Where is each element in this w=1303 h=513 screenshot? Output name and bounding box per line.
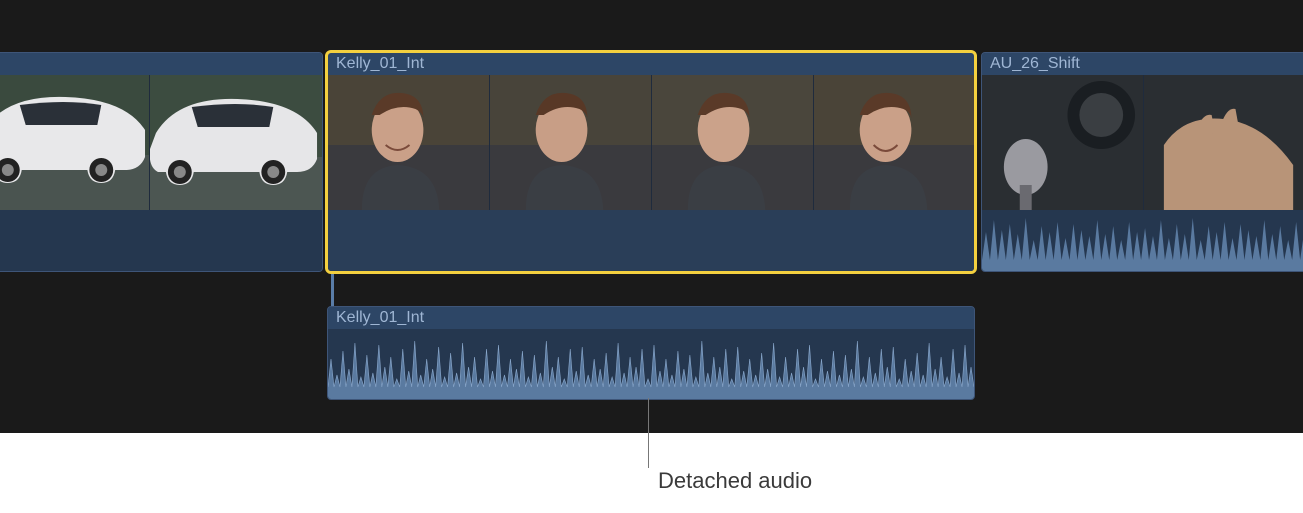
clip-inline-audio (328, 210, 974, 272)
thumbnail-car-icon (0, 75, 149, 210)
clip-inline-audio (0, 210, 322, 272)
clip-inline-audio (982, 210, 1303, 272)
detached-audio-clip[interactable]: Kelly_01_Int (327, 306, 975, 400)
clip-thumbnails (982, 75, 1303, 210)
thumbnail-hand-icon (1144, 75, 1303, 210)
video-clip-selected[interactable]: Kelly_01_Int (327, 52, 975, 272)
clip-thumbnails (0, 75, 322, 210)
waveform-icon (328, 329, 974, 400)
thumbnail-person-icon (814, 75, 974, 210)
waveform-icon (982, 210, 1303, 272)
clip-label: Kelly_01_Int (328, 53, 974, 75)
clip-connector (331, 272, 334, 306)
clip-label (0, 53, 322, 75)
thumbnail-person-icon (652, 75, 813, 210)
clip-label: AU_26_Shift (982, 53, 1303, 75)
callout-leader-line (648, 398, 649, 468)
thumbnail-gearshift-icon (982, 75, 1143, 210)
thumbnail-person-icon (328, 75, 489, 210)
timeline[interactable]: Kelly_01_Int (0, 0, 1303, 433)
video-track: Kelly_01_Int (0, 52, 1303, 272)
audio-track: Kelly_01_Int (0, 306, 1303, 400)
thumbnail-person-icon (490, 75, 651, 210)
callout-label: Detached audio (658, 468, 812, 494)
detached-audio-waveform (328, 329, 974, 400)
waveform-icon (0, 210, 322, 272)
thumbnail-car-icon (150, 75, 322, 210)
video-clip[interactable]: AU_26_Shift (981, 52, 1303, 272)
clip-thumbnails (328, 75, 974, 210)
clip-label: Kelly_01_Int (328, 307, 974, 329)
video-clip[interactable] (0, 52, 323, 272)
waveform-icon (328, 210, 974, 272)
